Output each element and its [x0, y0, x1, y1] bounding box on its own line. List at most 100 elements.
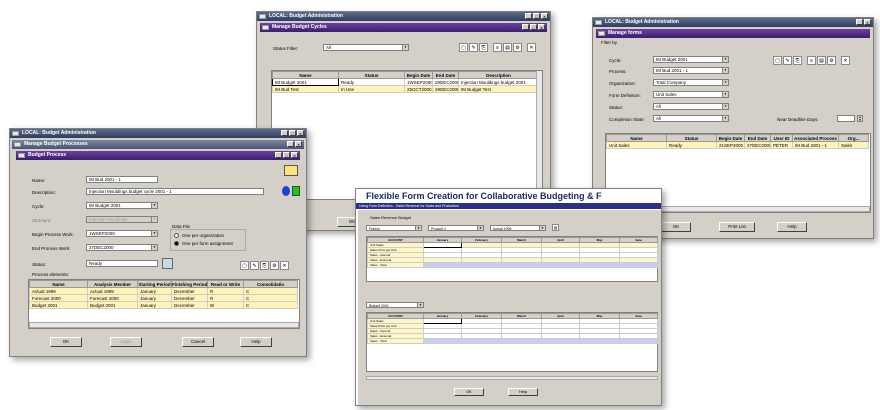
delete-icon[interactable]: ✕: [527, 43, 536, 52]
flex-selector-1[interactable]: France ▼: [366, 225, 422, 231]
flex-selector-2[interactable]: Product 1 ▼: [428, 225, 484, 231]
maximize-icon[interactable]: □: [530, 24, 537, 30]
new-doc-icon[interactable]: ▢: [459, 43, 468, 52]
column-header[interactable]: Consolidatio: [243, 280, 298, 288]
edit-icon[interactable]: ✎: [469, 43, 478, 52]
near-deadline-spinner[interactable]: ▲ ▼: [857, 115, 863, 122]
new-doc-icon[interactable]: ▢: [240, 261, 249, 270]
minimize-icon[interactable]: _: [287, 141, 294, 147]
column-header[interactable]: Name: [272, 71, 339, 79]
grid-cell[interactable]: [579, 262, 620, 268]
status-info-icon[interactable]: [162, 258, 173, 269]
forms-help-button[interactable]: Help: [777, 222, 807, 232]
flex-grid2-selector[interactable]: Budget 2001 ▼: [366, 302, 424, 308]
new-doc-icon[interactable]: ▢: [773, 56, 782, 65]
settings-icon[interactable]: ⚙: [270, 261, 279, 270]
report-icon[interactable]: ▤: [817, 56, 826, 65]
begin-work-select[interactable]: 1WSEP2000 ▼: [86, 230, 158, 237]
column-header[interactable]: Status: [338, 71, 405, 79]
status-input[interactable]: Ready: [86, 260, 158, 267]
list-icon[interactable]: ≡: [807, 56, 816, 65]
flex-ok-button[interactable]: OK: [454, 388, 484, 396]
cycles-vscroll[interactable]: [536, 71, 542, 199]
column-header[interactable]: End Date: [432, 71, 459, 79]
grid-cell[interactable]: [619, 338, 658, 344]
table-row[interactable]: Unit Sales Ready 21SEP2000 27DEC2000 PET…: [606, 141, 869, 149]
form-definition-select[interactable]: Unit Sales ▼: [653, 91, 729, 98]
close-icon[interactable]: ×: [541, 13, 548, 19]
description-input[interactable]: Injection Mouldings budget cycle 2001 - …: [86, 188, 264, 195]
maximize-icon[interactable]: □: [283, 152, 290, 158]
close-icon[interactable]: ×: [864, 19, 871, 25]
column-header[interactable]: Analysis Member: [87, 280, 138, 288]
grid-cell[interactable]: [579, 338, 620, 344]
process-hscroll[interactable]: [29, 322, 299, 328]
grid-cell[interactable]: [541, 338, 580, 344]
column-header[interactable]: Name: [606, 134, 667, 142]
forms-ok-button[interactable]: OK: [661, 222, 691, 232]
copy-icon[interactable]: ⎘: [793, 56, 802, 65]
flex-toolbar-icon[interactable]: ▤: [552, 224, 559, 231]
flex-help-button[interactable]: Help: [508, 388, 538, 396]
minimize-icon[interactable]: _: [275, 152, 282, 158]
column-header[interactable]: Associated Process: [792, 134, 839, 142]
flex-hscroll[interactable]: [366, 376, 658, 380]
column-header[interactable]: Starting Period: [137, 280, 172, 288]
grid-cell[interactable]: [461, 262, 502, 268]
end-work-select[interactable]: 27DEC2000 ▼: [86, 244, 158, 251]
near-deadline-input[interactable]: [837, 115, 855, 122]
column-header[interactable]: Finishing Period: [171, 280, 208, 288]
status-filter-select[interactable]: All ▼: [323, 44, 409, 51]
delete-icon[interactable]: ✕: [280, 261, 289, 270]
list-icon[interactable]: ≡: [493, 43, 502, 52]
process-help-button[interactable]: Help: [240, 337, 272, 347]
table-row[interactable]: IM Bud Test In Use 25OCT2000 29DEC2000 I…: [272, 85, 539, 93]
column-header[interactable]: Status: [666, 134, 717, 142]
close-icon[interactable]: ×: [291, 152, 298, 158]
close-icon[interactable]: ×: [538, 24, 545, 30]
minimize-icon[interactable]: _: [281, 130, 288, 136]
copy-icon[interactable]: ⎘: [479, 43, 488, 52]
grid-cell[interactable]: [501, 262, 542, 268]
name-input[interactable]: IM Bud 2001 - 1: [86, 176, 158, 183]
settings-icon[interactable]: ⚙: [513, 43, 522, 52]
copy-icon[interactable]: ⎘: [260, 261, 269, 270]
flex-selector-3[interactable]: Actual 1999 ▼: [490, 225, 546, 231]
report-icon[interactable]: ▤: [503, 43, 512, 52]
grid-cell[interactable]: [423, 262, 462, 268]
column-header[interactable]: End Date: [744, 134, 771, 142]
minimize-icon[interactable]: _: [522, 24, 529, 30]
close-icon[interactable]: ×: [295, 141, 302, 147]
cycle-select[interactable]: IM Budget 2001 ▼: [653, 56, 729, 63]
table-row[interactable]: Forecast 2000 Forecast 2000 January Dece…: [29, 294, 298, 302]
grid-cell[interactable]: [541, 262, 580, 268]
print-list-button[interactable]: Print List: [719, 222, 755, 232]
process-select[interactable]: IM Bud 2001 - 1 ▼: [653, 67, 729, 74]
grid-cell[interactable]: [501, 338, 542, 344]
table-row[interactable]: IM Budget 2001 Ready 1WSEP2000 29DEC2000…: [272, 78, 539, 86]
maximize-icon[interactable]: □: [289, 130, 296, 136]
organization-select[interactable]: Total Company ▼: [653, 79, 729, 86]
process-cancel-button[interactable]: Cancel: [182, 337, 214, 347]
edit-icon[interactable]: ✎: [250, 261, 259, 270]
column-header[interactable]: Name: [29, 280, 88, 288]
minimize-icon[interactable]: _: [856, 19, 863, 25]
settings-icon[interactable]: ⚙: [827, 56, 836, 65]
column-header[interactable]: Description: [458, 71, 539, 79]
radio-one-per-org[interactable]: [174, 233, 179, 238]
flex-tab-label[interactable]: Sales Revenue Budget: [370, 215, 411, 220]
radio-one-per-form[interactable]: [174, 241, 179, 246]
table-row[interactable]: Actual 1999 Actual 1999 January December…: [29, 287, 298, 295]
grid-cell[interactable]: [619, 262, 658, 268]
completion-state-select[interactable]: All ▼: [653, 115, 729, 122]
minimize-icon[interactable]: _: [525, 13, 532, 19]
column-header[interactable]: User ID: [770, 134, 793, 142]
status-select[interactable]: All ▼: [653, 103, 729, 110]
close-icon[interactable]: ×: [297, 130, 304, 136]
maximize-icon[interactable]: □: [533, 13, 540, 19]
process-ok-button[interactable]: OK: [50, 337, 82, 347]
edit-icon[interactable]: ✎: [783, 56, 792, 65]
table-row[interactable]: Budget 2001 Budget 2001 January December…: [29, 301, 298, 309]
delete-icon[interactable]: ✕: [841, 56, 850, 65]
column-header[interactable]: Begin Date: [716, 134, 745, 142]
